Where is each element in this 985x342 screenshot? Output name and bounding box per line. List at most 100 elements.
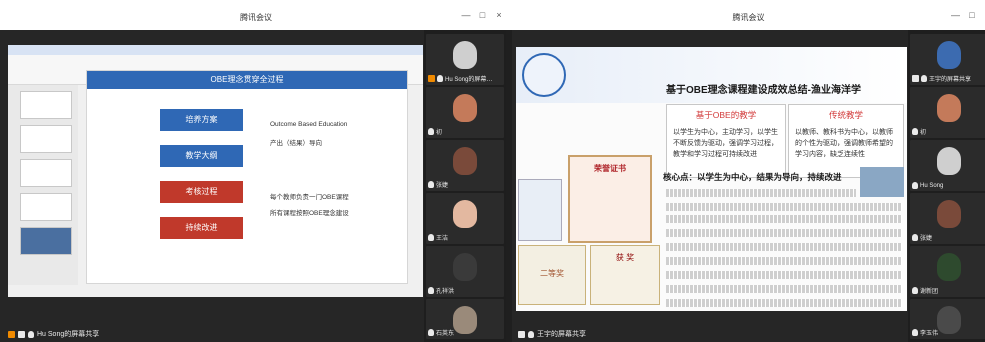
participant-tile[interactable]: Hu Song — [910, 140, 985, 191]
bullet-line — [666, 189, 856, 197]
mic-icon — [28, 330, 34, 338]
bullet-line — [666, 257, 902, 265]
certificate-title: 荣誉证书 — [594, 164, 626, 173]
participant-avatar — [937, 147, 961, 175]
participant-name: 王宇的屏幕共享 — [929, 77, 972, 83]
slide-thumbnail[interactable] — [20, 159, 72, 187]
maximize-button[interactable]: □ — [475, 10, 489, 20]
share-icon — [8, 330, 15, 338]
certificate-small — [518, 179, 562, 241]
window-title: 腾讯会议 — [240, 13, 272, 22]
slide-note: 产出（结果）导向 — [270, 140, 322, 147]
mic-icon — [921, 75, 927, 82]
participant-tile[interactable]: 初 — [426, 87, 504, 138]
minimize-button[interactable]: — — [459, 10, 473, 20]
mic-icon — [428, 234, 434, 241]
participant-name: 王洁 — [436, 236, 449, 242]
mic-icon — [912, 329, 918, 336]
participant-avatar — [937, 94, 961, 122]
bullet-line — [666, 271, 902, 279]
mic-icon — [428, 287, 434, 294]
award-certificate: 二等奖 — [518, 245, 586, 305]
participant-tile[interactable]: 孔祥洪 — [426, 246, 504, 297]
slide-thumbnail[interactable] — [20, 193, 72, 221]
participant-name: 张婕 — [436, 183, 449, 189]
bullet-line — [666, 203, 902, 211]
mic-icon — [912, 234, 918, 241]
participant-avatar — [937, 200, 961, 228]
share-icon — [428, 75, 435, 82]
ppt-slide: OBE理念贯穿全过程 培养方案 教学大纲 考核过程 持续改进 Outcome B… — [86, 70, 408, 284]
step-box: 考核过程 — [160, 181, 243, 203]
participant-avatar — [937, 253, 961, 281]
box-heading: 基于OBE的教学 — [695, 110, 757, 120]
maximize-button[interactable]: □ — [965, 10, 979, 20]
mic-icon — [912, 128, 918, 135]
slide-thumbnail[interactable] — [20, 91, 72, 119]
bullet-line — [666, 215, 902, 223]
bullet-line — [666, 229, 902, 237]
participant-name: 初 — [436, 130, 443, 136]
participant-name: 李玉伟 — [920, 331, 939, 337]
step-box: 持续改进 — [160, 217, 243, 239]
participant-tile[interactable]: 石英东 — [426, 299, 504, 339]
participant-avatar — [453, 253, 477, 281]
obe-teaching-box: 基于OBE的教学 以学生为中心，主动学习，以学生不断反馈为驱动，强调学习过程，教… — [666, 104, 786, 178]
screen-icon — [912, 75, 919, 82]
box-text: 以学生为中心，主动学习，以学生不断反馈为驱动，强调学习过程，教学和学习过程可持续… — [673, 129, 778, 158]
participant-name: 谢新团 — [920, 289, 939, 295]
ppt-tab-strip[interactable] — [8, 45, 423, 55]
participant-tile[interactable]: 张婕 — [910, 193, 985, 244]
bullet-line — [666, 243, 902, 251]
participant-tile[interactable]: 初 — [910, 87, 985, 138]
slide-title: OBE理念贯穿全过程 — [87, 71, 407, 89]
student-photo — [860, 167, 904, 197]
participant-avatar — [453, 94, 477, 122]
participant-avatar — [937, 306, 961, 334]
screen-icon — [18, 330, 25, 338]
participant-tile[interactable]: 王宇的屏幕共享 — [910, 34, 985, 85]
mic-icon — [428, 181, 434, 188]
mic-icon — [428, 128, 434, 135]
participant-avatar — [453, 306, 477, 334]
step-box: 教学大纲 — [160, 145, 243, 167]
slide-note: 所有课程按照OBE理念建设 — [270, 210, 349, 217]
screen-share-label: 王宇的屏幕共享 — [518, 329, 586, 339]
screen-share-label: Hu Song的屏幕共享 — [8, 329, 99, 339]
participant-avatar — [453, 41, 477, 69]
share-owner: Hu Song的屏幕共享 — [37, 331, 100, 338]
participant-avatar — [453, 200, 477, 228]
slide-note: 每个教师负责一门OBE课程 — [270, 194, 349, 201]
close-button[interactable]: × — [492, 10, 506, 20]
participant-avatar — [937, 41, 961, 69]
participant-name: 初 — [920, 130, 927, 136]
slide-thumbnail[interactable] — [20, 125, 72, 153]
university-logo — [522, 53, 566, 97]
box-heading: 传统教学 — [828, 110, 863, 120]
minimize-button[interactable]: — — [948, 10, 962, 20]
participant-column: Hu Song的屏幕… 初 张婕 王洁 孔祥洪 石英东 — [424, 30, 506, 342]
mic-icon — [912, 182, 918, 189]
participant-tile[interactable]: 谢新团 — [910, 246, 985, 297]
mic-icon — [528, 330, 534, 338]
screen-icon — [518, 330, 525, 338]
slide-thumbnail[interactable] — [20, 227, 72, 255]
participant-avatar — [453, 147, 477, 175]
participant-name: Hu Song的屏幕… — [445, 77, 493, 83]
participant-column: 王宇的屏幕共享 初 Hu Song 张婕 谢新团 李玉伟 — [908, 30, 985, 342]
bullet-line — [666, 285, 902, 293]
award-certificate: 获 奖 — [590, 245, 660, 305]
share-owner: 王宇的屏幕共享 — [537, 331, 586, 338]
participant-tile[interactable]: Hu Song的屏幕… — [426, 34, 504, 85]
participant-tile[interactable]: 张婕 — [426, 140, 504, 191]
participant-name: 石英东 — [436, 331, 455, 337]
window-titlebar: 腾讯会议 — □ × — [0, 0, 512, 30]
step-box: 培养方案 — [160, 109, 243, 131]
meeting-window-left: 腾讯会议 — □ × OBE理念贯穿全过程 培养方案 教学大纲 考核过程 持续改… — [0, 0, 512, 342]
slide-thumbnail-pane[interactable] — [8, 85, 78, 285]
shared-slide: 基于OBE理念课程建设成效总结-渔业海洋学 基于OBE的教学 以学生为中心，主动… — [516, 47, 907, 311]
participant-tile[interactable]: 王洁 — [426, 193, 504, 244]
mic-icon — [428, 329, 434, 336]
award-label: 二等奖 — [540, 269, 564, 278]
participant-tile[interactable]: 李玉伟 — [910, 299, 985, 339]
